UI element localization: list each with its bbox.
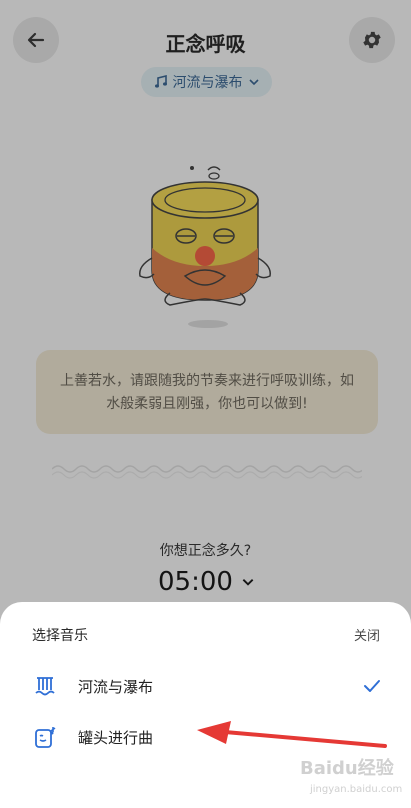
- duration-selector[interactable]: 05:00: [158, 567, 255, 597]
- quote-card: 上善若水，请跟随我的节奏来进行呼吸训练，如水般柔弱且刚强，你也可以做到!: [36, 350, 378, 434]
- duration-question: 你想正念多久?: [159, 543, 252, 559]
- watermark: Baidu经验 jingyan.baidu.com: [298, 752, 408, 804]
- chevron-down-icon: [248, 79, 259, 86]
- sheet-title: 选择音乐: [32, 628, 88, 644]
- music-note-icon: [154, 75, 167, 88]
- gear-icon: [363, 31, 381, 49]
- watermark-url: jingyan.baidu.com: [310, 784, 403, 795]
- checkmark-icon: [364, 680, 380, 692]
- waterfall-icon: [35, 677, 55, 696]
- red-arrow-annotation: [197, 721, 387, 748]
- music-option-label: 罐头进行曲: [78, 728, 154, 747]
- settings-button[interactable]: [349, 17, 395, 63]
- music-chip-label: 河流与瀑布: [172, 75, 243, 91]
- music-option-label: 河流与瀑布: [78, 677, 154, 696]
- music-selector-chip[interactable]: 河流与瀑布: [141, 67, 272, 97]
- can-music-icon: [35, 727, 56, 748]
- wave-divider: [52, 465, 362, 479]
- music-option-waterfall[interactable]: 河流与瀑布: [0, 663, 411, 709]
- mascot-illustration: [139, 166, 271, 328]
- chevron-down-icon: [242, 579, 254, 586]
- close-button[interactable]: 关闭: [354, 625, 380, 644]
- watermark-logo: Baidu经验: [300, 758, 394, 779]
- duration-value: 05:00: [158, 567, 233, 597]
